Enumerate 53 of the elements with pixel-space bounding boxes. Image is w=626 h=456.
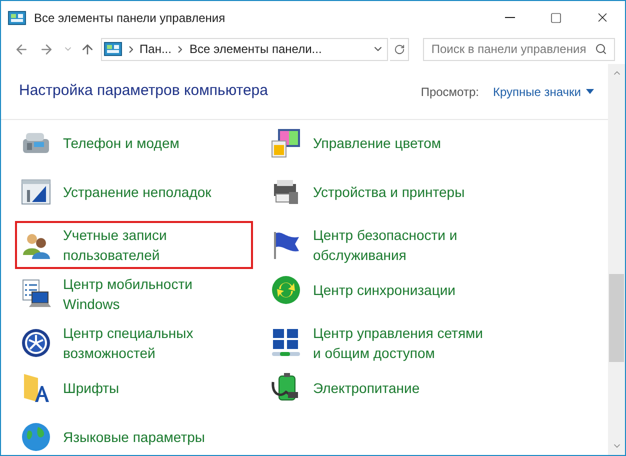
control-panel-item[interactable]: Учетные записи пользователей	[15, 221, 253, 269]
item-label: Устранение неполадок	[63, 183, 212, 202]
sync-icon	[270, 274, 302, 306]
chevron-right-icon	[128, 46, 133, 52]
search-icon	[594, 43, 607, 55]
item-label: Центр синхронизации	[313, 281, 456, 300]
address-bar[interactable]: Пан... Все элементы панели...	[100, 38, 388, 60]
control-panel-item[interactable]: Центр мобильности Windows	[15, 270, 253, 318]
page-heading: Настройка параметров компьютера	[19, 81, 268, 102]
chevron-right-icon	[178, 46, 182, 52]
refresh-icon	[394, 44, 405, 54]
control-panel-item[interactable]: Центр управления сетями и общим доступом	[265, 319, 503, 367]
item-label: Языковые параметры	[63, 428, 205, 447]
minimize-icon	[505, 17, 515, 18]
control-panel-item[interactable]: Управление цветом	[265, 123, 452, 163]
item-label: Телефон и модем	[63, 134, 180, 153]
control-panel-icon	[104, 42, 122, 56]
caret-icon	[586, 89, 594, 94]
breadcrumb[interactable]: Все элементы панели...	[189, 40, 322, 58]
control-panel-item[interactable]: Языковые параметры	[15, 417, 215, 455]
item-label: Центр управления сетями и общим доступом	[313, 324, 484, 363]
control-panel-item[interactable]: Устройства и принтеры	[265, 172, 475, 212]
search-field[interactable]: Поиск в панели управления	[423, 38, 615, 60]
accessibility-icon	[20, 327, 52, 359]
control-panel-item[interactable]: Центр синхронизации	[265, 270, 466, 310]
control-panel-item[interactable]: Шрифты	[15, 368, 130, 408]
network-icon	[270, 327, 302, 359]
control-panel-icon	[8, 10, 26, 24]
control-panel-item[interactable]: Устранение неполадок	[15, 172, 222, 212]
item-label: Шрифты	[63, 379, 120, 398]
maximize-icon	[550, 12, 562, 24]
control-panel-item[interactable]: Телефон и модем	[15, 123, 190, 163]
view-dropdown[interactable]: Крупные значки	[492, 82, 594, 100]
color-monitor-icon	[270, 127, 302, 159]
item-label: Центр безопасности и обслуживания	[313, 226, 458, 265]
item-label: Центр мобильности Windows	[63, 275, 194, 314]
scrollbar-thumb[interactable]	[609, 274, 624, 362]
forward-arrow-icon	[39, 42, 54, 56]
globe-icon	[20, 421, 52, 453]
refresh-button[interactable]	[390, 38, 410, 60]
item-label: Центр специальных возможностей	[63, 324, 194, 363]
view-label: Просмотр:	[420, 84, 479, 100]
breadcrumb[interactable]: Пан...	[140, 40, 172, 58]
item-label: Устройства и принтеры	[313, 183, 465, 202]
item-label: Учетные записи пользователей	[63, 226, 168, 265]
laptop-checklist-icon	[20, 278, 52, 310]
control-panel-item[interactable]: Центр безопасности и обслуживания	[265, 221, 503, 269]
control-panel-item[interactable]: Электропитание	[265, 368, 430, 408]
window-title: Все элементы панели управления	[34, 10, 226, 26]
item-label: Электропитание	[313, 379, 420, 398]
item-label: Управление цветом	[313, 134, 442, 153]
control-panel-item[interactable]: Центр специальных возможностей	[15, 319, 253, 367]
scrollbar[interactable]	[608, 64, 625, 455]
